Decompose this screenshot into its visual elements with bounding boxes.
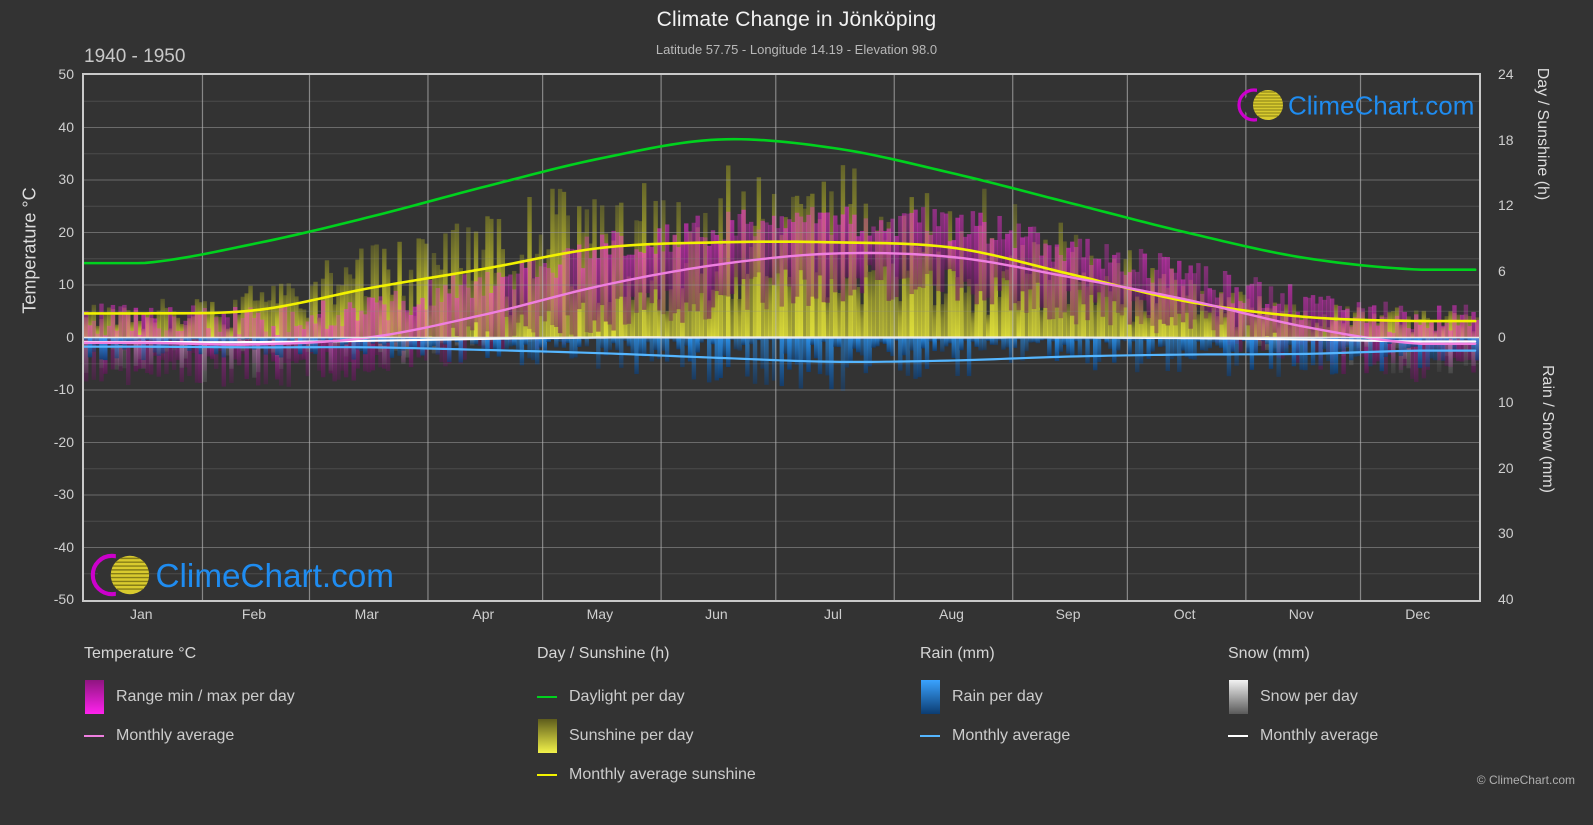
climechart-logo: ClimeChart.com	[90, 553, 394, 597]
logo-sphere-icon	[110, 555, 150, 595]
page-title: Climate Change in Jönköping	[656, 8, 937, 31]
y-right-top-tick: 12	[1498, 197, 1514, 214]
x-tick-oct: Oct	[1173, 606, 1196, 622]
x-tick-nov: Nov	[1288, 606, 1314, 622]
legend-column-title: Day / Sunshine (h)	[537, 645, 670, 662]
legend-swatch-icon	[920, 679, 940, 714]
legend-item-label: Rain per day	[952, 687, 1043, 705]
y-right-top-tick: 0	[1498, 328, 1506, 345]
legend-line-icon	[537, 695, 557, 698]
legend-item-label: Monthly average	[952, 726, 1071, 744]
legend-line-icon	[1228, 734, 1248, 737]
y-left-tick: -20	[53, 433, 74, 450]
x-axis-ticks: Jan Feb Mar Apr May Jun Jul Aug Sep Oct Nov Dec	[82, 606, 1481, 630]
legend-item-label: Daylight per day	[569, 687, 685, 705]
legend-item-label: Monthly average	[116, 726, 235, 744]
plot-area: ClimeChart.com ClimeChart.com	[82, 73, 1481, 602]
y-right-bottom-tick: 30	[1498, 525, 1514, 542]
x-tick-jul: Jul	[824, 606, 842, 622]
x-tick-may: May	[586, 606, 614, 622]
logo-wordmark: ClimeChart.com	[156, 558, 394, 595]
y-left-tick: -40	[53, 538, 74, 555]
x-tick-jun: Jun	[705, 606, 728, 622]
x-tick-apr: Apr	[472, 606, 495, 622]
y-axis-right-top-label: Day / Sunshine (h)	[1534, 67, 1551, 201]
legend-column-day-sunshine-h-: Day / Sunshine (h) Daylight per day Sunshi…	[537, 645, 756, 794]
legend-item[interactable]: Snow per day	[1228, 677, 1378, 716]
legend-column-title: Snow (mm)	[1228, 645, 1310, 662]
x-tick-mar: Mar	[354, 606, 379, 622]
legend-swatch-icon	[537, 718, 557, 753]
x-tick-sep: Sep	[1055, 606, 1081, 622]
legend-item[interactable]: Monthly average	[84, 716, 295, 755]
legend-item-label: Snow per day	[1260, 687, 1358, 705]
legend-item-label: Range min / max per day	[116, 687, 295, 705]
y-left-tick: -50	[53, 591, 74, 607]
y-axis-right-bottom-label: Rain / Snow (mm)	[1539, 364, 1556, 494]
y-right-bottom-tick: 20	[1498, 459, 1514, 476]
legend-column-title: Temperature °C	[84, 645, 197, 662]
y-right-bottom-tick: 10	[1498, 394, 1514, 411]
chart-canvas: ClimeChart.com ClimeChart.com	[84, 75, 1479, 600]
legend-item-label: Monthly average	[1260, 726, 1379, 744]
legend-column-temperature-c: Temperature °C Range min / max per day Mon…	[84, 645, 295, 755]
legend-column-rain-mm-: Rain (mm) Rain per day Monthly average	[920, 645, 1070, 755]
y-left-tick: -10	[53, 381, 74, 397]
legend-line-icon	[537, 773, 557, 776]
legend-item[interactable]: Sunshine per day	[537, 716, 756, 755]
legend-line-icon	[84, 734, 104, 737]
legend-item[interactable]: Monthly average sunshine	[537, 755, 756, 794]
legend-swatch-icon	[1228, 679, 1248, 714]
chart-subtitle: Latitude 57.75 - Longitude 14.19 - Eleva…	[655, 42, 938, 57]
period-label: 1940 - 1950	[84, 46, 186, 67]
legend-item-label: Monthly average sunshine	[569, 765, 756, 783]
legend-item[interactable]: Rain per day	[920, 677, 1070, 716]
y-left-tick: -30	[53, 486, 74, 502]
copyright-notice: © ClimeChart.com	[1476, 773, 1575, 787]
climechart-logo: ClimeChart.com	[1237, 88, 1474, 122]
plot-inner: ClimeChart.com ClimeChart.com	[84, 75, 1479, 600]
climate-chart-page: Climate Change in Jönköping Latitude 57.…	[0, 0, 1593, 825]
logo-wordmark: ClimeChart.com	[1288, 90, 1474, 120]
legend-item[interactable]: Range min / max per day	[84, 677, 295, 716]
y-left-tick: 40	[58, 118, 74, 135]
y-axis-left-label: Temperature °C	[19, 187, 40, 314]
x-tick-jan: Jan	[129, 606, 153, 622]
legend-line-icon	[920, 734, 940, 737]
legend-column-title: Rain (mm)	[920, 645, 995, 662]
y-right-top-tick: 6	[1498, 262, 1506, 279]
y-right-bottom-tick: 40	[1498, 591, 1514, 607]
legend-item[interactable]: Monthly average	[1228, 716, 1378, 755]
legend-swatch-icon	[84, 679, 104, 714]
x-tick-feb: Feb	[241, 606, 267, 622]
y-right-top-tick: 24	[1498, 66, 1514, 82]
chart-legend: Temperature °C Range min / max per day Mon…	[0, 645, 1593, 805]
legend-item[interactable]: Monthly average	[920, 716, 1070, 755]
legend-item[interactable]: Daylight per day	[537, 677, 756, 716]
x-tick-aug: Aug	[939, 606, 964, 622]
legend-item-label: Sunshine per day	[569, 726, 694, 744]
logo-sphere-icon	[1253, 90, 1283, 120]
legend-column-snow-mm-: Snow (mm) Snow per day Monthly average	[1228, 645, 1378, 755]
y-right-top-tick: 18	[1498, 131, 1514, 148]
y-left-tick: 50	[58, 66, 74, 82]
x-tick-dec: Dec	[1405, 606, 1431, 622]
